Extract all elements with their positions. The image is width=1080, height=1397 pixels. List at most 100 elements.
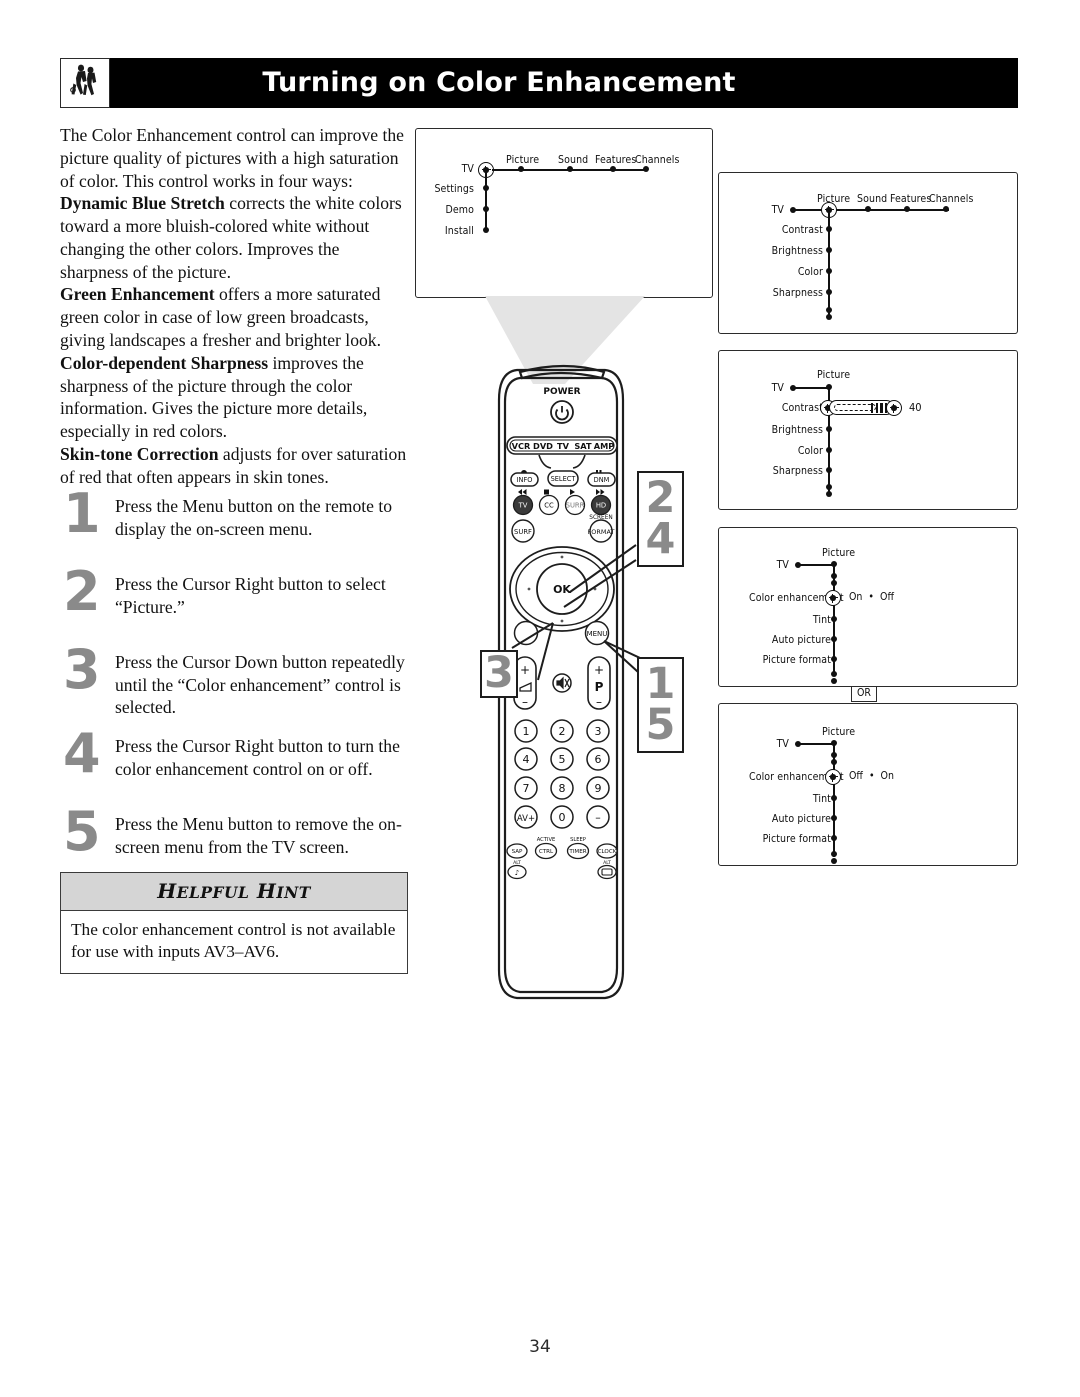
keypad-7[interactable]: 7	[523, 782, 530, 795]
menu-label-channels[interactable]: Channels	[635, 154, 680, 166]
mode-button-tv[interactable]: TV	[557, 441, 570, 451]
menu-label-picture[interactable]: Picture	[817, 193, 850, 205]
menu-label-brightness[interactable]: Brightness	[745, 245, 823, 257]
surr-button[interactable]	[564, 494, 586, 516]
sleep-timer-button[interactable]	[566, 842, 590, 860]
sap-button[interactable]	[506, 843, 528, 859]
menu-label-sound[interactable]: Sound	[558, 154, 588, 166]
menu-label-contrast[interactable]: Contrast	[755, 224, 823, 236]
tv-button[interactable]	[512, 494, 534, 516]
menu-label-picture: Picture	[817, 369, 851, 381]
option-separator-dot: •	[865, 591, 878, 603]
active-control-button[interactable]	[534, 842, 558, 860]
keypad-minus[interactable]: –	[595, 811, 601, 824]
menu-label-sharpness[interactable]: Sharpness	[749, 287, 823, 299]
menu-dot-more	[831, 671, 837, 677]
option-off[interactable]: Off	[849, 770, 863, 782]
option-on[interactable]: On	[881, 770, 894, 782]
tv-button-label: TV	[518, 502, 528, 510]
slider-thumb-icon[interactable]	[886, 400, 902, 416]
page-title: Turning on Color Enhancement	[262, 66, 736, 98]
select-button[interactable]	[547, 470, 579, 487]
menu-label-settings[interactable]: Settings	[424, 183, 474, 195]
extra-button[interactable]	[513, 620, 539, 646]
tv-screen-color-enhancement-on: Picture TV Color enhancement On • Off Ti…	[718, 527, 1018, 687]
mode-button-dvd[interactable]: DVD	[533, 441, 553, 451]
keypad-5[interactable]: 5	[559, 753, 566, 766]
menu-label-color[interactable]: Color	[765, 445, 823, 457]
music-alt-button[interactable]	[507, 864, 527, 880]
menu-dot	[610, 166, 616, 172]
info-button[interactable]	[510, 472, 539, 487]
menu-label-brightness[interactable]: Brightness	[745, 424, 823, 436]
menu-connector-horizontal	[794, 387, 830, 390]
option-separator-dot: •	[865, 770, 878, 782]
callout-number-1: 1	[645, 658, 676, 709]
mute-button[interactable]	[552, 673, 572, 693]
program-rocker[interactable]	[587, 656, 611, 710]
menu-label-tint[interactable]: Tint	[779, 793, 831, 805]
menu-label-install[interactable]: Install	[424, 225, 474, 237]
menu-label-channels[interactable]: Channels	[929, 193, 974, 205]
step-number: 2	[63, 560, 101, 623]
cursor-left-icon	[527, 587, 531, 591]
menu-label-features[interactable]: Features	[890, 193, 931, 205]
keypad-8[interactable]: 8	[559, 782, 566, 795]
keypad-1[interactable]: 1	[523, 725, 530, 738]
contrast-value: 40	[909, 401, 922, 414]
dnm-button[interactable]	[587, 472, 616, 487]
clock-button[interactable]	[596, 843, 618, 859]
menu-label-picture-format[interactable]: Picture format	[747, 654, 831, 666]
menu-dot	[518, 166, 524, 172]
menu-label-picture-format[interactable]: Picture format	[747, 833, 831, 845]
keypad-av-plus[interactable]: AV+	[517, 814, 535, 824]
keypad-3[interactable]: 3	[595, 725, 602, 738]
volume-minus-label[interactable]: –	[522, 695, 528, 709]
cursor-pad-outer[interactable]	[509, 546, 615, 632]
menu-dot	[904, 206, 910, 212]
screen-alt-button[interactable]	[597, 864, 617, 880]
menu-button[interactable]	[584, 620, 610, 646]
cursor-pad-ring[interactable]	[515, 551, 609, 627]
program-plus-label[interactable]: +	[594, 663, 604, 677]
keypad-0[interactable]: 0	[559, 811, 566, 824]
menu-label-auto-picture[interactable]: Auto picture	[757, 634, 831, 646]
menu-dot	[826, 426, 832, 432]
program-minus-label[interactable]: –	[596, 695, 602, 709]
color-enhancement-options[interactable]: Off • On	[849, 770, 894, 782]
keypad-9[interactable]: 9	[595, 782, 602, 795]
menu-label-tint[interactable]: Tint	[779, 614, 831, 626]
menu-label-sharpness[interactable]: Sharpness	[749, 465, 823, 477]
option-on[interactable]: On	[849, 591, 862, 603]
menu-label-demo[interactable]: Demo	[424, 204, 474, 216]
color-enhancement-options[interactable]: On • Off	[849, 591, 894, 603]
term-skin-tone-correction: Skin-tone Correction	[60, 443, 219, 464]
menu-label-auto-picture[interactable]: Auto picture	[757, 813, 831, 825]
power-button[interactable]	[550, 400, 574, 424]
option-off[interactable]: Off	[880, 591, 894, 603]
cc-button[interactable]	[538, 494, 560, 516]
menu-label-features[interactable]: Features	[595, 154, 636, 166]
menu-label-color-enhancement[interactable]: Color enhancement	[749, 771, 844, 783]
format-button[interactable]	[589, 519, 613, 543]
tv-screen-color-enhancement-off: Picture TV Color enhancement Off • On Ti…	[718, 703, 1018, 866]
keypad-2[interactable]: 2	[559, 725, 566, 738]
mode-button-sat[interactable]: SAT	[574, 441, 592, 451]
volume-plus-label[interactable]: +	[520, 663, 530, 677]
hd-button[interactable]	[590, 494, 612, 516]
cursor-node-icon	[825, 590, 841, 606]
keypad-4[interactable]: 4	[523, 753, 530, 766]
projection-beam	[485, 296, 645, 384]
mode-button-vcr[interactable]: VCR	[512, 441, 531, 451]
menu-label-sound[interactable]: Sound	[857, 193, 887, 205]
menu-label-contrast[interactable]: Contrast	[755, 402, 823, 414]
menu-label-color-enhancement[interactable]: Color enhancement	[749, 592, 844, 604]
stop-icon	[544, 489, 549, 495]
ok-label: OK	[553, 583, 571, 596]
ok-button[interactable]	[536, 563, 588, 615]
mode-button-amp[interactable]: AMP	[594, 441, 615, 451]
keypad-6[interactable]: 6	[595, 753, 602, 766]
menu-label-color[interactable]: Color	[765, 266, 823, 278]
menu-label-picture[interactable]: Picture	[506, 154, 539, 166]
surf-button[interactable]	[511, 519, 535, 543]
